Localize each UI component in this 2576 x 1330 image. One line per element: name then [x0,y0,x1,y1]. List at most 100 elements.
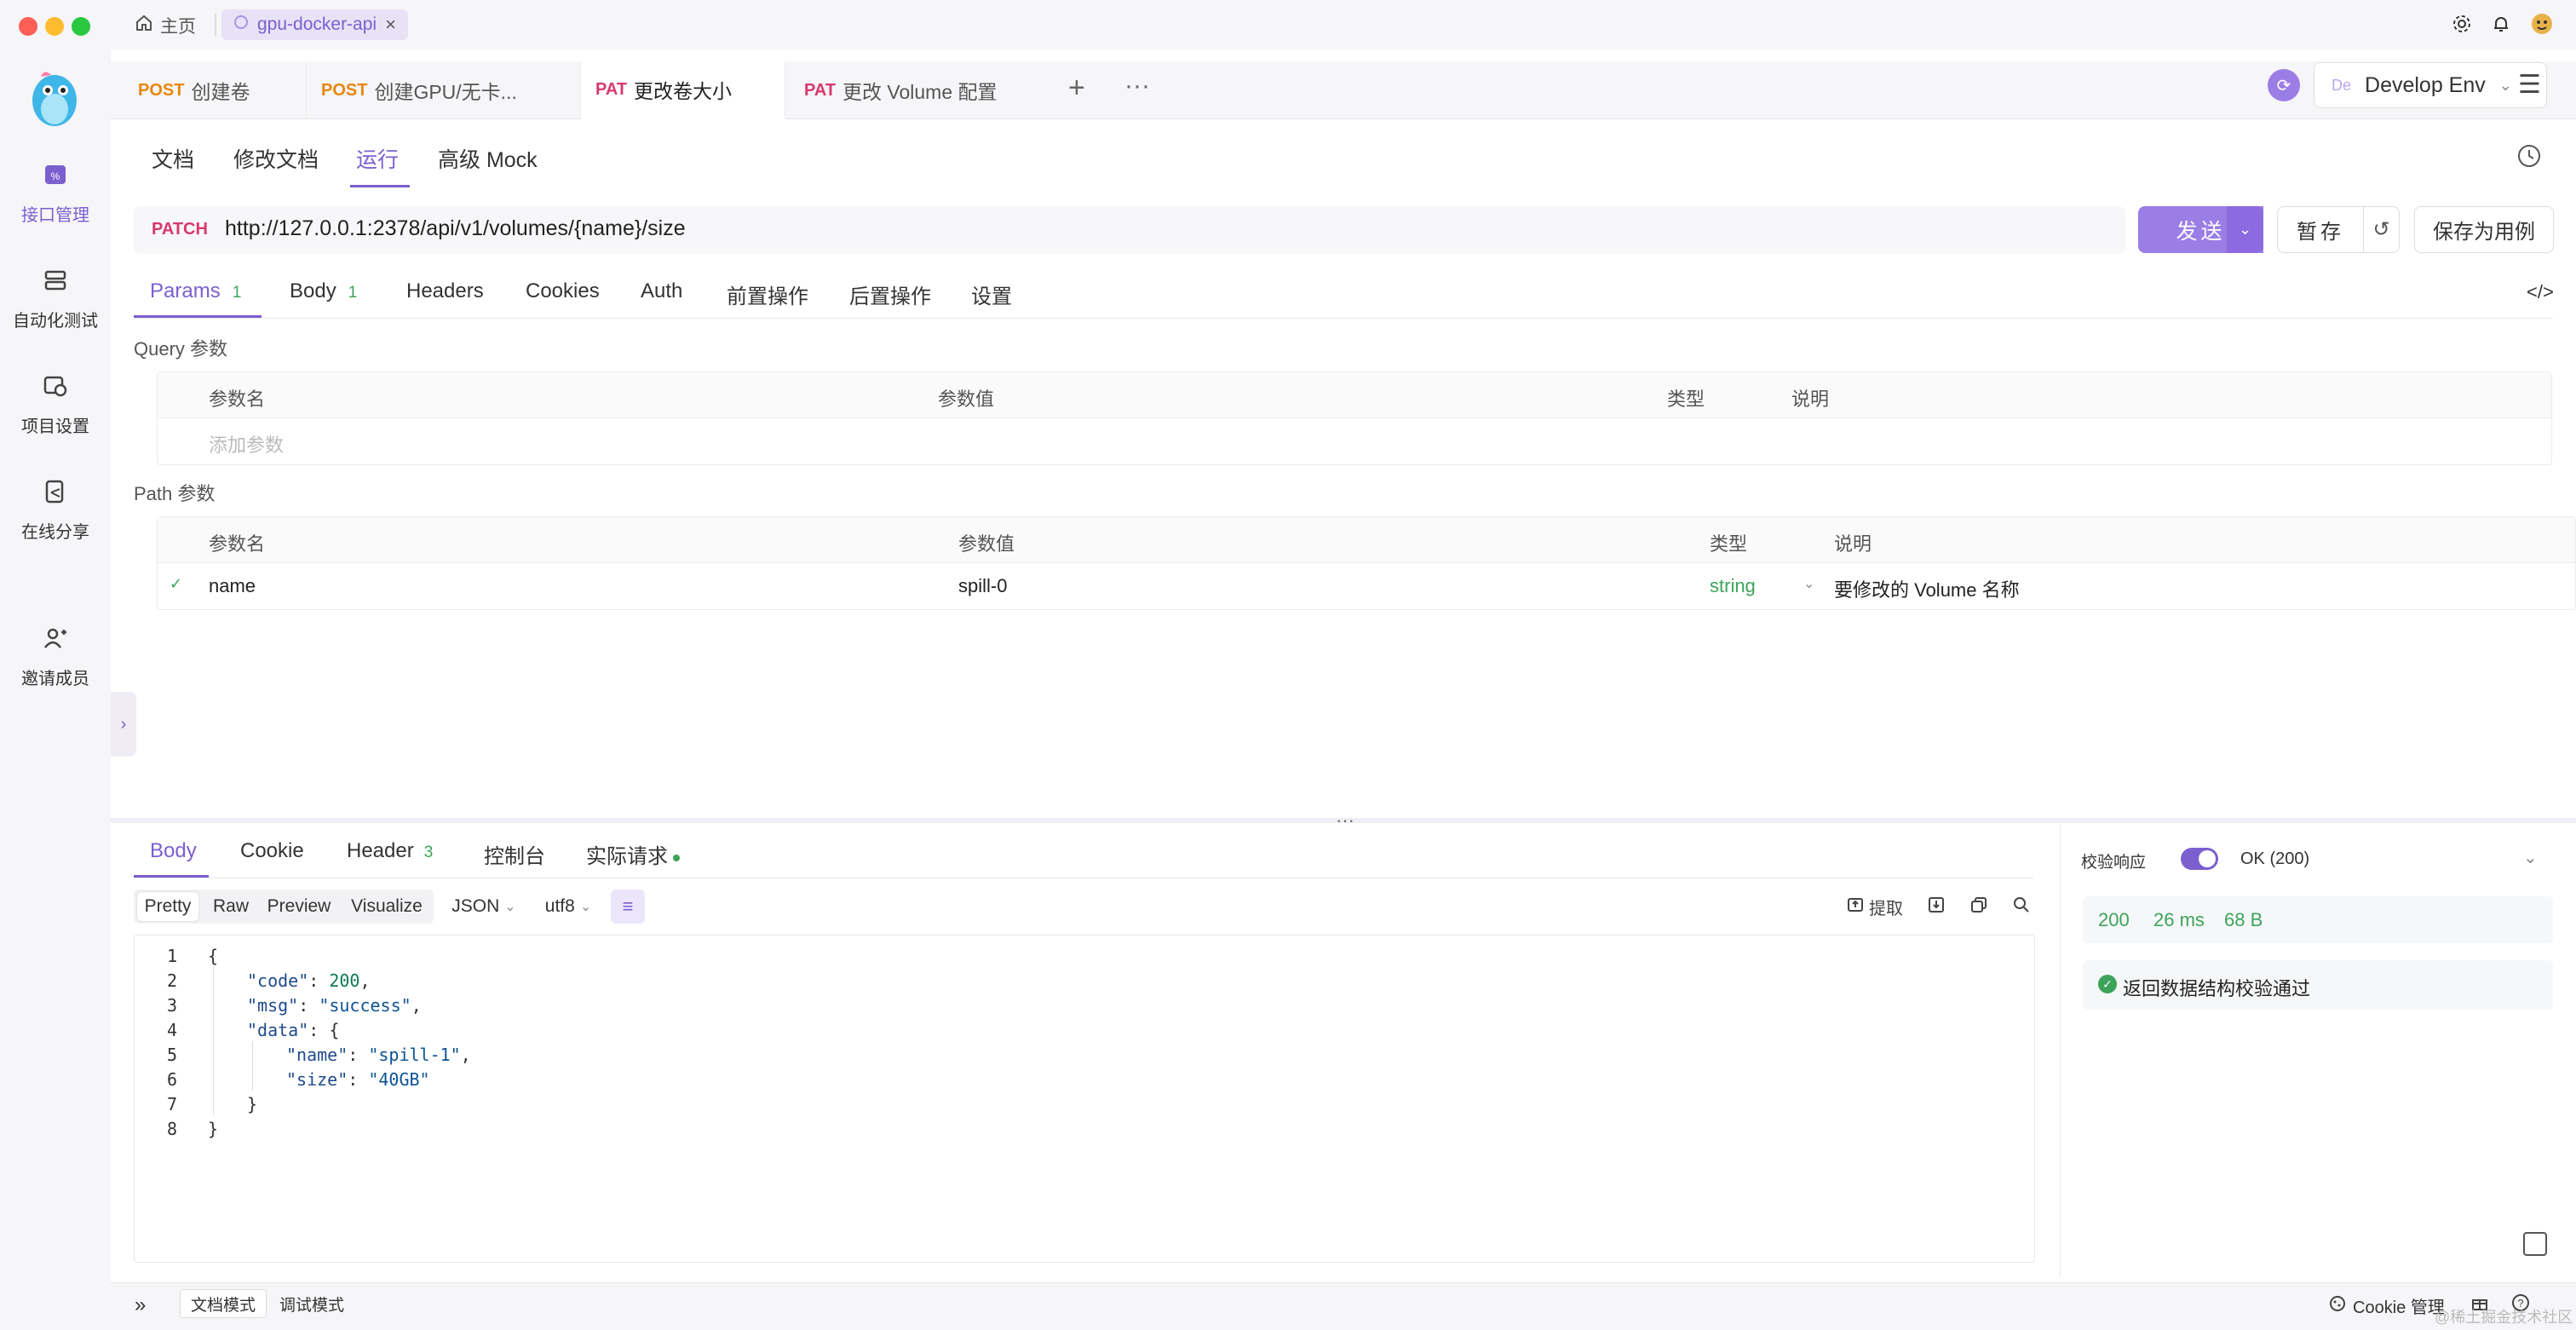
code-token: : [298,995,319,1016]
avatar[interactable] [2530,12,2554,36]
double-chevron-right-icon[interactable]: » [135,1293,146,1317]
settings-icon [43,373,68,404]
tab-auth[interactable]: Auth [641,279,682,303]
sidebar-item-settings[interactable]: 项目设置 [0,373,111,437]
resp-tab-header[interactable]: Header 3 [347,839,433,863]
save-as-case-button[interactable]: 保存为用例 [2414,206,2554,253]
tab-run[interactable]: 运行 [356,143,399,174]
encoding-label: utf8 [544,896,575,916]
more-icon[interactable]: ··· [1124,72,1150,101]
sidebar-expand-handle[interactable]: › [111,692,136,757]
copy-icon[interactable] [1969,895,1988,919]
param-name-input[interactable]: name [209,575,256,597]
gear-icon[interactable] [2452,14,2472,34]
add-param-input[interactable]: 添加参数 [209,430,284,458]
method-select[interactable]: PATCH [152,220,208,239]
view-visualize-button[interactable]: Visualize [341,890,433,924]
request-tab[interactable]: POST 创建GPU/无卡... [307,61,581,119]
cookie-label: Cookie 管理 [2353,1298,2445,1317]
resp-tab-console[interactable]: 控制台 [484,839,545,869]
tab-headers[interactable]: Headers [406,279,484,303]
validation-toggle[interactable] [2181,848,2218,870]
tab-cookies[interactable]: Cookies [526,279,600,303]
cookie-manager-button[interactable]: Cookie 管理 [2329,1293,2445,1318]
view-raw-button[interactable]: Raw [204,890,257,924]
sidebar-item-test[interactable]: 自动化测试 [0,268,111,331]
check-icon[interactable]: ✓ [170,575,182,593]
request-tab-active[interactable]: PAT 更改卷大小 [581,61,785,120]
indent-guide [213,967,214,1115]
env-name: Develop Env [2365,72,2486,97]
env-select[interactable]: De Develop Env ⌄ [2314,62,2547,108]
history-icon[interactable] [2516,143,2542,173]
format-select[interactable]: JSON ⌄ [448,890,520,924]
method-badge: PAT [595,79,628,99]
tab-label: Params [150,279,221,302]
code-icon[interactable]: </> [2527,281,2554,303]
menu-icon[interactable]: ☰ [2518,70,2541,100]
tab-doc[interactable]: 文档 [152,143,194,174]
tab-edit-doc[interactable]: 修改文档 [233,143,319,174]
response-body-viewer[interactable]: 1{2 "code": 200, 3 "msg": "success", 4 "data"… [134,935,2035,1263]
code-token: "success" [319,995,411,1016]
add-tab-icon[interactable]: + [1068,72,1085,105]
param-type-select[interactable]: string [1710,575,1756,597]
layout-icon[interactable] [2523,1232,2547,1256]
param-desc-input[interactable]: 要修改的 Volume 名称 [1834,575,2020,602]
window-zoom-button[interactable] [72,17,90,36]
sidebar-item-api[interactable]: % 接口管理 [0,162,111,226]
download-icon[interactable] [1927,895,1946,919]
view-pretty-button[interactable]: Pretty [136,891,199,922]
encoding-select[interactable]: utf8 ⌄ [538,890,598,924]
request-tab[interactable]: PAT 更改 Volume 配置 [785,61,1056,119]
tab-pre-ops[interactable]: 前置操作 [727,279,808,309]
doc-mode-button[interactable]: 文档模式 [180,1289,267,1318]
chevron-down-icon[interactable]: ⌄ [1803,575,1814,592]
response-size: 68 B [2224,909,2263,930]
window-minimize-button[interactable] [45,17,64,36]
tab-body[interactable]: Body 1 [290,279,357,303]
code-token: { [208,946,219,966]
resp-tab-cookie[interactable]: Cookie [240,839,304,863]
tab-settings[interactable]: 设置 [971,279,1012,309]
extract-button[interactable]: 提取 [1847,895,1903,919]
tab-mock[interactable]: 高级 Mock [438,143,538,174]
param-value-input[interactable]: spill-0 [958,575,1007,597]
chevron-down-icon[interactable]: ⌄ [2523,847,2538,868]
code-token: , [460,1045,471,1065]
home-tab[interactable]: 主页 [135,12,196,39]
extract-label: 提取 [1869,900,1903,918]
tab-label: Header [347,839,414,862]
validation-label: 校验响应 [2081,854,2147,872]
request-tab[interactable]: POST 创建卷 [111,61,307,119]
window-close-button[interactable] [19,17,37,36]
url-input[interactable]: http://127.0.0.1:2378/api/v1/volumes/{na… [225,216,686,241]
col-header: 说明 [1791,389,1830,410]
code-line: 5 "name": "spill-1", [135,1041,2034,1066]
bell-icon[interactable] [2491,14,2511,34]
code-token: "msg" [247,995,299,1016]
code-text: "size": "40GB" [286,1069,430,1090]
indent-guide [252,1041,253,1091]
status-code: 200 [2098,909,2130,930]
close-icon[interactable]: × [385,14,396,36]
method-badge: PAT [804,80,837,100]
wrap-lines-icon[interactable]: ≡ [611,890,645,924]
sidebar-item-invite[interactable]: 邀请成员 [0,625,111,689]
drag-handle-icon[interactable]: ··· [1336,809,1354,832]
debug-mode-button[interactable]: 调试模式 [269,1289,354,1318]
view-preview-button[interactable]: Preview [262,890,336,924]
tab-params[interactable]: Params 1 [150,279,241,303]
save-draft-button[interactable]: 暂存 [2277,206,2364,253]
method-badge: POST [138,80,185,100]
reset-icon[interactable]: ↺ [2364,206,2400,253]
send-dropdown-icon[interactable]: ⌄ [2227,206,2263,253]
project-tab[interactable]: gpu-docker-api × [221,9,408,40]
code-text: "name": "spill-1", [286,1045,471,1065]
search-icon[interactable] [2012,895,2031,919]
sidebar-item-share[interactable]: 在线分享 [0,479,111,543]
resp-tab-body[interactable]: Body [150,839,197,863]
tab-post-ops[interactable]: 后置操作 [849,279,931,309]
env-sync-icon[interactable]: ⟳ [2268,69,2300,101]
resp-tab-actual-request[interactable]: 实际请求 [586,839,680,869]
